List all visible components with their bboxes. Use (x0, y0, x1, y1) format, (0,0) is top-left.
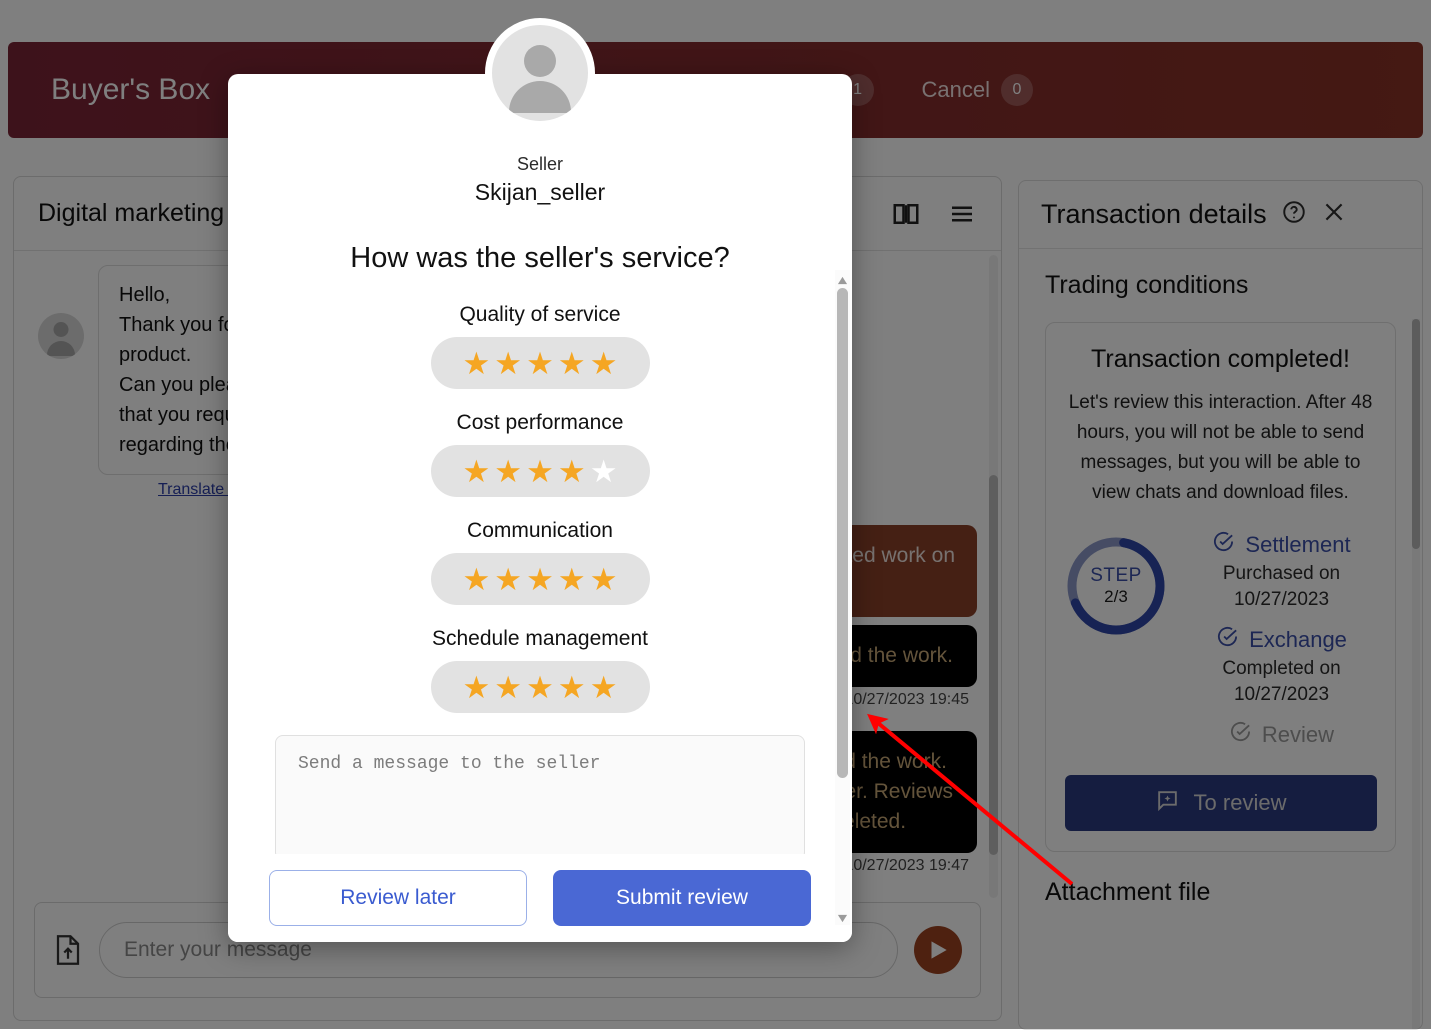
rating-schedule-management: Schedule management ★ ★ ★ ★ ★ (268, 627, 812, 713)
star-icon[interactable]: ★ (494, 348, 522, 379)
star-icon[interactable]: ★ (526, 348, 554, 379)
rating-label: Communication (268, 519, 812, 543)
star-icon[interactable]: ★ (494, 456, 522, 487)
seller-review-modal: Seller Skijan_seller How was the seller'… (228, 74, 852, 942)
modal-scrollbar-thumb[interactable] (837, 288, 848, 778)
star-icon[interactable]: ★ (494, 564, 522, 595)
star-icon[interactable]: ★ (526, 564, 554, 595)
caret-down-icon[interactable] (837, 911, 848, 922)
caret-up-icon[interactable] (837, 273, 848, 284)
star-icon[interactable]: ★ (558, 348, 586, 379)
rating-communication: Communication ★ ★ ★ ★ ★ (268, 519, 812, 605)
rating-label: Schedule management (268, 627, 812, 651)
star-icon[interactable]: ★ (463, 348, 491, 379)
user-avatar-icon (485, 18, 595, 128)
modal-footer: Review later Submit review (228, 854, 852, 942)
star-rating-control[interactable]: ★ ★ ★ ★ ★ (431, 337, 650, 389)
star-rating-control[interactable]: ★ ★ ★ ★ ★ (431, 553, 650, 605)
seller-name: Skijan_seller (268, 179, 812, 206)
seller-message-textarea[interactable] (275, 735, 805, 854)
review-later-button[interactable]: Review later (269, 870, 527, 926)
star-icon[interactable]: ★ (590, 564, 618, 595)
modal-scrollbar[interactable] (835, 270, 850, 925)
rating-label: Cost performance (268, 411, 812, 435)
modal-scroll-area: Seller Skijan_seller How was the seller'… (228, 136, 852, 854)
star-rating-control[interactable]: ★ ★ ★ ★ ★ (431, 661, 650, 713)
star-icon[interactable]: ★ (558, 564, 586, 595)
star-icon[interactable]: ★ (526, 672, 554, 703)
modal-question: How was the seller's service? (268, 242, 812, 275)
star-icon[interactable]: ★ (463, 456, 491, 487)
seller-role-label: Seller (268, 154, 812, 175)
star-icon[interactable]: ★ (590, 456, 618, 487)
star-icon[interactable]: ★ (494, 672, 522, 703)
rating-cost-performance: Cost performance ★ ★ ★ ★ ★ (268, 411, 812, 497)
star-rating-control[interactable]: ★ ★ ★ ★ ★ (431, 445, 650, 497)
star-icon[interactable]: ★ (463, 672, 491, 703)
rating-label: Quality of service (268, 303, 812, 327)
star-icon[interactable]: ★ (526, 456, 554, 487)
submit-review-button[interactable]: Submit review (553, 870, 811, 926)
rating-quality-of-service: Quality of service ★ ★ ★ ★ ★ (268, 303, 812, 389)
star-icon[interactable]: ★ (590, 348, 618, 379)
star-icon[interactable]: ★ (590, 672, 618, 703)
star-icon[interactable]: ★ (558, 456, 586, 487)
star-icon[interactable]: ★ (558, 672, 586, 703)
star-icon[interactable]: ★ (463, 564, 491, 595)
